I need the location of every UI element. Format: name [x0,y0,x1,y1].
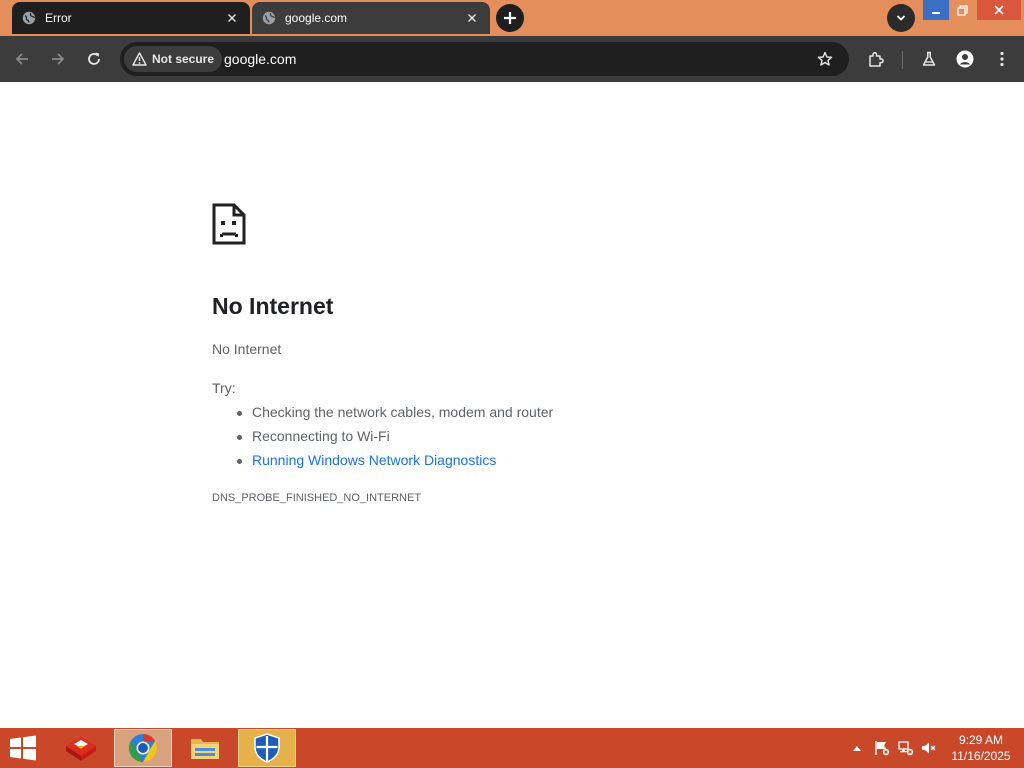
globe-icon [22,11,36,25]
restore-button[interactable] [950,0,975,20]
system-clock[interactable]: 9:29 AM 11/16/2025 [944,732,1018,764]
url-text[interactable]: google.com [224,42,296,76]
forward-button[interactable] [44,45,72,73]
suggestion-reconnect-wifi: Reconnecting to Wi-Fi [237,428,390,444]
clock-date: 11/16/2025 [951,749,1011,763]
network-diagnostics-link[interactable]: Running Windows Network Diagnostics [236,452,496,468]
tab-google[interactable]: google.com [252,2,490,34]
plus-icon [504,12,516,24]
toolbar-divider [902,51,903,69]
chevron-up-icon [853,746,861,751]
chevron-down-icon [896,15,906,21]
new-tab-button[interactable] [496,4,524,32]
action-center-flag-icon[interactable] [874,740,890,756]
reload-button[interactable] [80,45,108,73]
tab-title: Error [45,11,72,25]
star-icon [817,51,833,66]
toolbox-app-icon[interactable] [52,729,110,767]
minimize-button[interactable] [923,0,949,20]
file-explorer-icon[interactable] [176,729,234,767]
more-vert-icon [1000,51,1004,67]
taskbar: 9:29 AM 11/16/2025 [0,728,1024,768]
arrow-left-icon [15,53,28,65]
close-tab-icon[interactable] [224,10,240,26]
tab-search-button[interactable] [887,4,915,32]
close-icon [994,5,1004,15]
arrow-right-icon [52,53,65,65]
suggestion-check-cables: Checking the network cables, modem and r… [236,404,554,420]
chrome-app-icon[interactable] [114,729,172,767]
error-title: No Internet [212,293,334,319]
reload-icon [88,52,100,65]
shield-app-icon[interactable] [238,729,296,767]
tab-strip: Error google.com [0,0,1024,36]
back-button[interactable] [8,45,36,73]
tab-title: google.com [285,11,348,25]
error-subtitle: No Internet [212,341,282,357]
profile-icon [956,50,974,68]
menu-button[interactable] [988,45,1016,73]
restore-icon [957,4,968,16]
address-bar[interactable]: Not secure google.com [120,42,849,76]
try-label: Try: [212,380,236,396]
windows-logo-icon [10,735,36,761]
network-disconnected-icon[interactable] [898,740,914,756]
close-window-button[interactable] [977,0,1021,20]
tab-error[interactable]: Error [12,2,250,34]
globe-icon [262,11,276,25]
page-content: No Internet No Internet Try: Checking th… [0,82,1024,728]
bookmark-star-button[interactable] [813,47,837,71]
clock-time: 9:29 AM [958,733,1004,747]
puzzle-icon [869,51,884,67]
minimize-icon [932,12,940,14]
profile-button[interactable] [951,45,979,73]
sad-page-icon [212,203,246,245]
security-chip[interactable]: Not secure [124,46,223,72]
start-button[interactable] [6,734,40,762]
browser-toolbar: Not secure google.com [0,36,1024,82]
extensions-button[interactable] [862,45,890,73]
volume-muted-icon[interactable] [921,740,937,756]
labs-button[interactable] [915,45,943,73]
flask-icon [922,51,936,66]
error-code: DNS_PROBE_FINISHED_NO_INTERNET [212,492,422,504]
show-hidden-icons-button[interactable] [851,740,863,756]
close-tab-icon[interactable] [464,10,480,26]
warning-triangle-icon [132,52,147,66]
security-label: Not secure [152,52,215,66]
